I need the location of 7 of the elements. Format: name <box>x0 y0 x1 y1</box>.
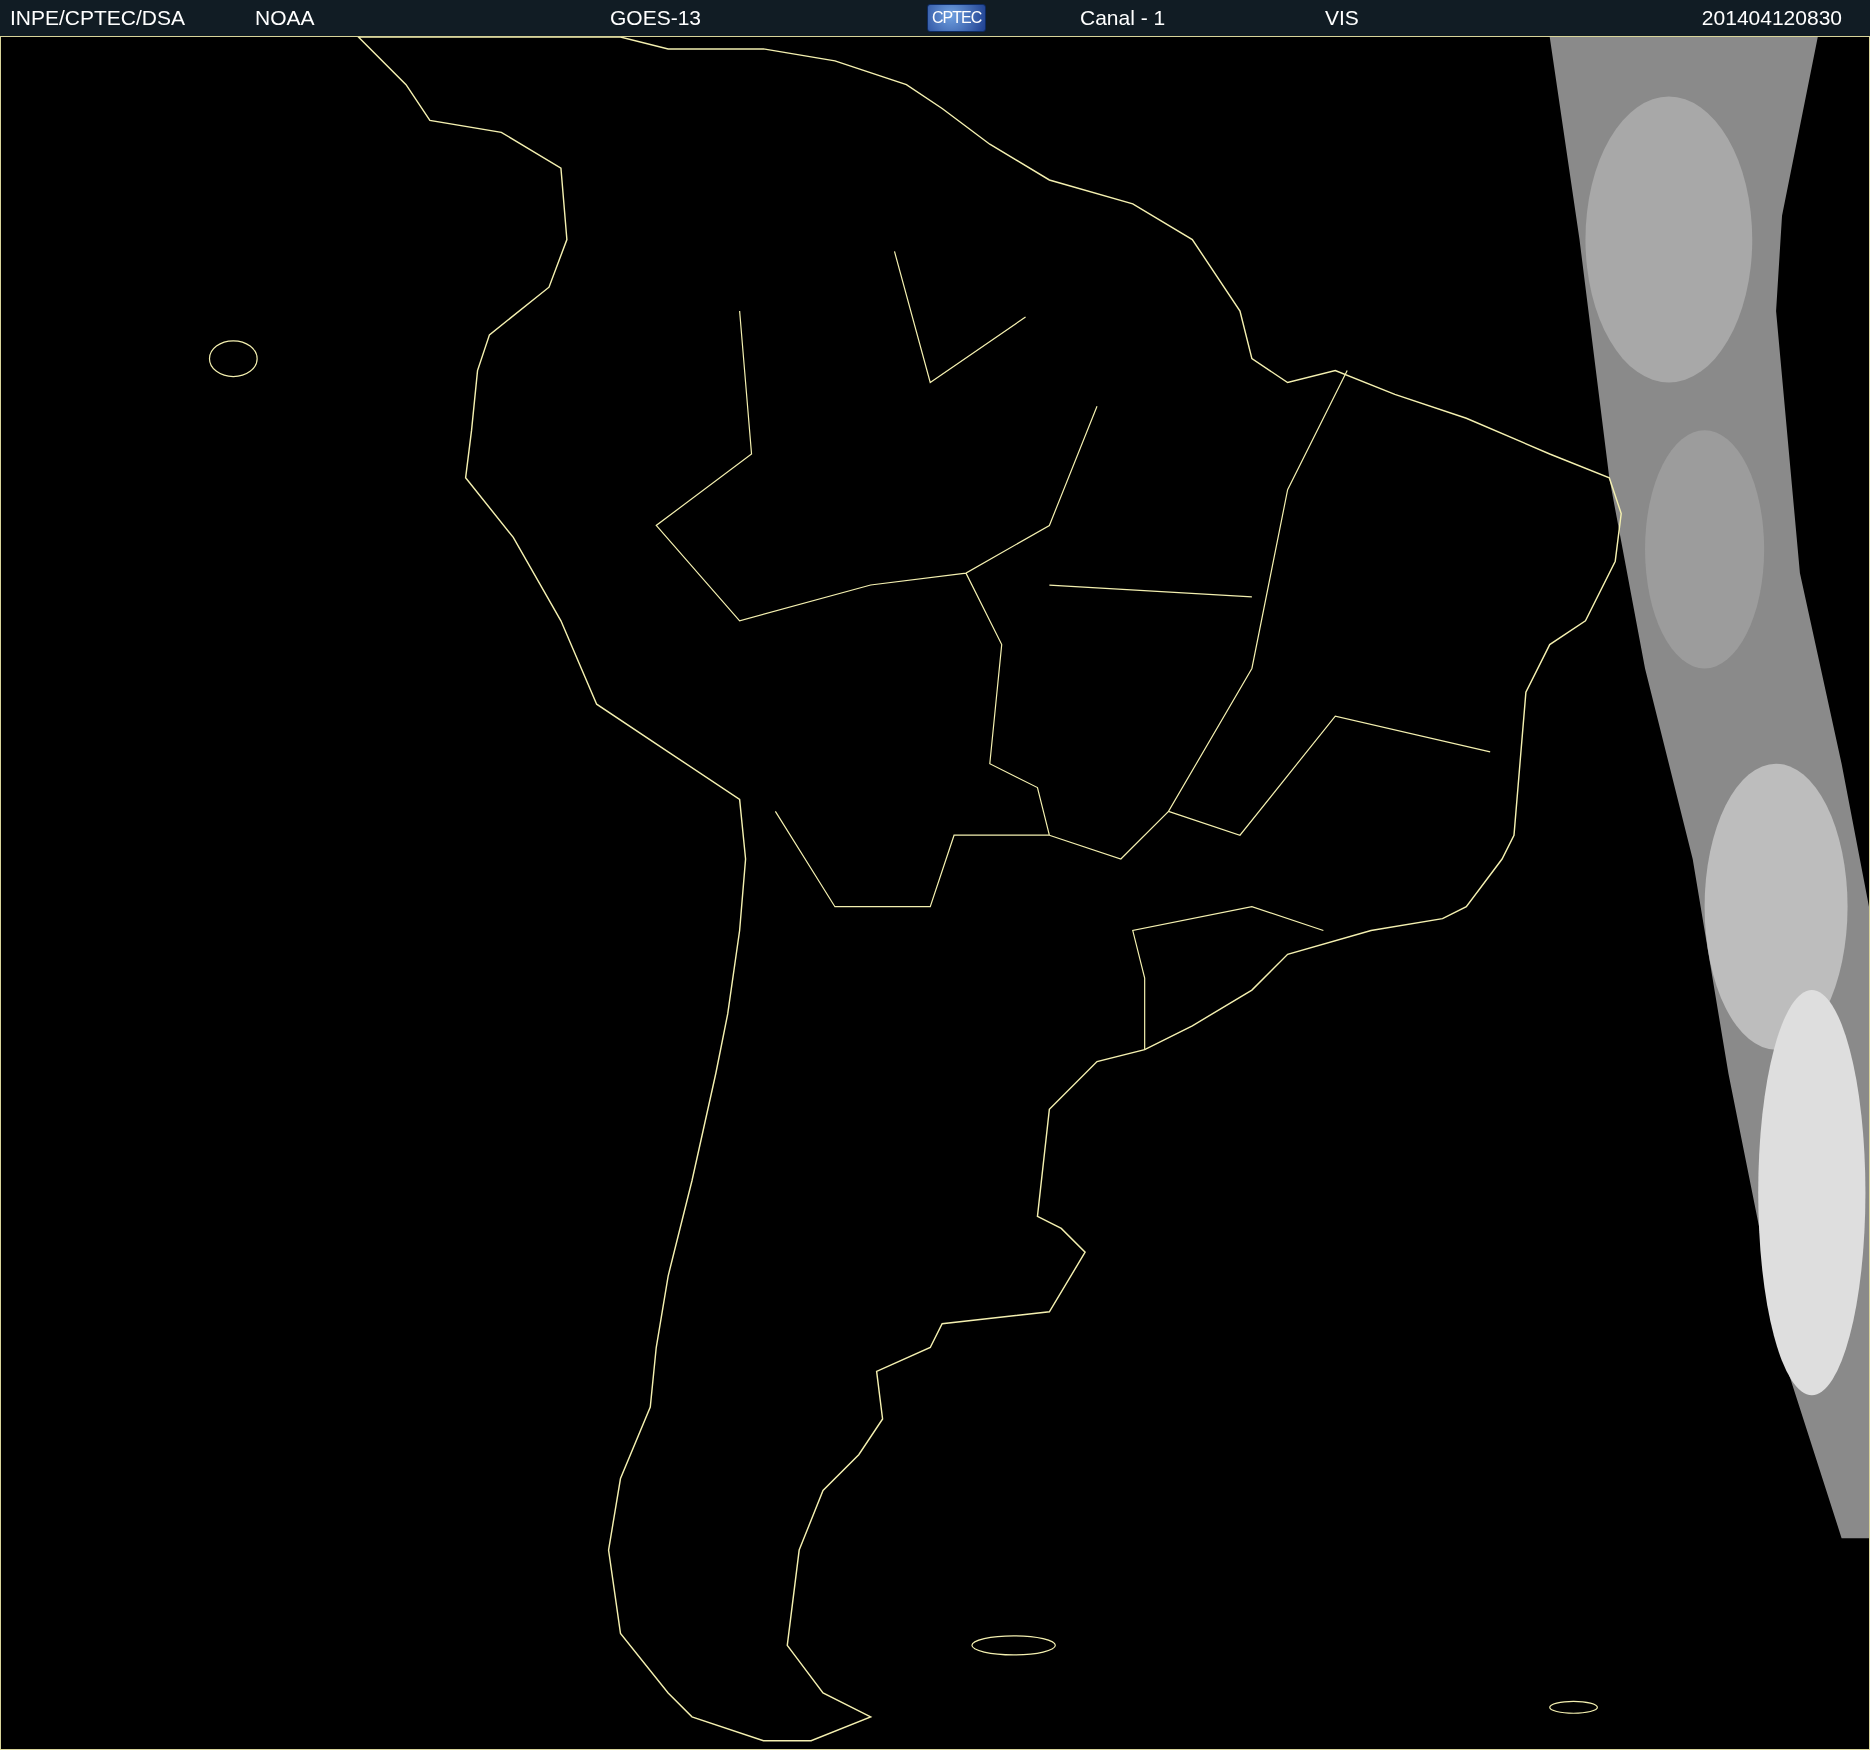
channel-label: Canal - 1 <box>1080 6 1166 30</box>
timestamp-label: 201404120830 <box>1701 6 1842 30</box>
logo: CPTEC <box>927 4 987 32</box>
band-label: VIS <box>1325 6 1359 30</box>
source-label: INPE/CPTEC/DSA <box>10 6 186 30</box>
satellite-label: GOES-13 <box>610 6 702 30</box>
agency-label: NOAA <box>255 6 315 30</box>
